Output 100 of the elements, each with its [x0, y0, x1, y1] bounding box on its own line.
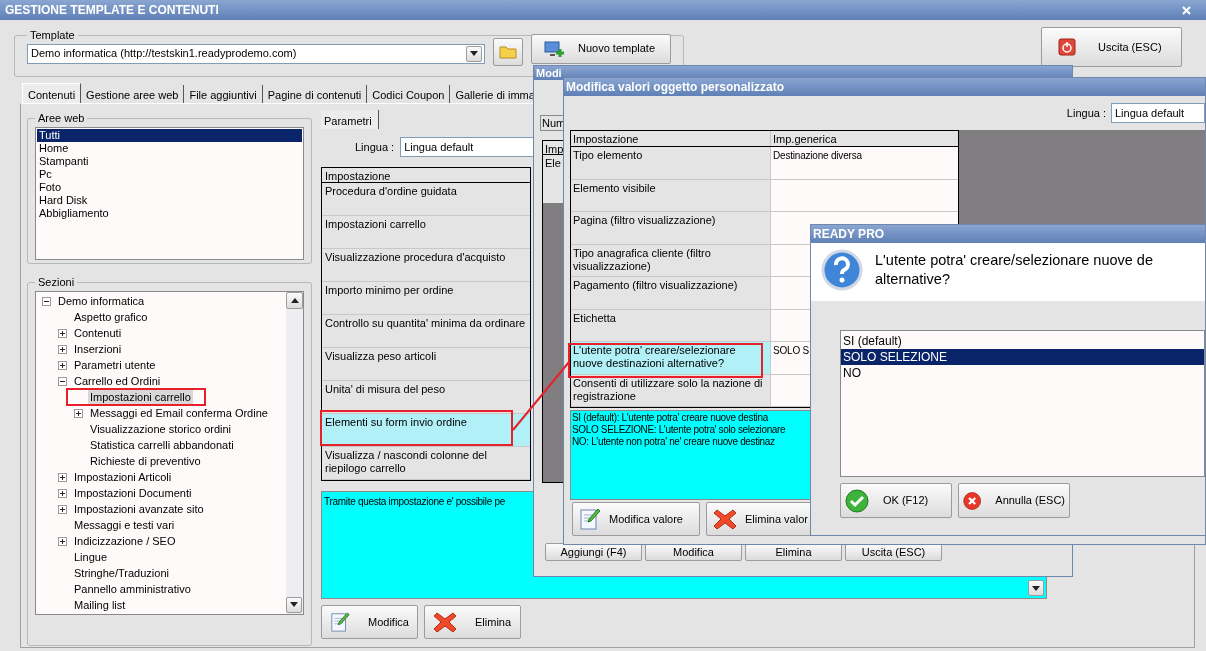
- expand-icon[interactable]: [74, 409, 83, 418]
- delete-button[interactable]: Elimina: [424, 605, 521, 639]
- table-row[interactable]: Visualizza / nascondi colonne del riepilogo carrello: [322, 447, 530, 480]
- folder-icon: [499, 44, 517, 59]
- tab[interactable]: Gestione aree web: [81, 85, 185, 103]
- question-text: L'utente potra' creare/selezionare nuove de: [875, 251, 1153, 270]
- tree-item[interactable]: Demo informatica: [56, 293, 147, 310]
- list-item[interactable]: Hard Disk: [37, 193, 302, 207]
- list-item[interactable]: SOLO SELEZIONE: [841, 349, 1204, 365]
- table-cell[interactable]: Tipo anagrafica cliente (filtro visualizzazione): [571, 244, 771, 276]
- tree-item[interactable]: Messaggi ed Email conferma Ordine: [88, 405, 270, 422]
- table-row[interactable]: Elementi su form invio ordine: [322, 414, 530, 447]
- ok-button[interactable]: OK (F12): [840, 483, 952, 518]
- tree-item[interactable]: Mailing list: [72, 597, 128, 614]
- expand-icon[interactable]: [58, 345, 67, 354]
- leader-line: [512, 360, 570, 432]
- table-cell[interactable]: Etichetta: [571, 309, 771, 341]
- table-cell[interactable]: Pagamento (filtro visualizzazione): [571, 277, 771, 309]
- list-item[interactable]: Pc: [37, 167, 302, 181]
- tab[interactable]: Codici Coupon: [367, 85, 451, 103]
- tree-item[interactable]: Impostazioni avanzate sito: [72, 501, 206, 518]
- tree-item[interactable]: Impostazioni Documenti: [72, 485, 194, 502]
- expand-icon[interactable]: [58, 473, 67, 482]
- column-header: Imp.generica: [772, 132, 838, 146]
- tree-item[interactable]: Aspetto grafico: [72, 309, 150, 326]
- table-row[interactable]: Importo minimo per ordine: [322, 282, 530, 315]
- scroll-up-icon[interactable]: [290, 297, 299, 303]
- tree-item[interactable]: Lingue: [72, 549, 110, 566]
- dialog-button[interactable]: Aggiungi (F4): [545, 543, 642, 561]
- expand-icon[interactable]: [58, 329, 67, 338]
- table-row[interactable]: Visualizza peso articoli: [322, 348, 530, 381]
- tree-item[interactable]: Stringhe/Traduzioni: [72, 565, 171, 582]
- table-cell[interactable]: Elemento visibile: [571, 179, 771, 211]
- tree-item[interactable]: Impostazioni Articoli: [72, 469, 174, 486]
- table-cell[interactable]: Pagina (filtro visualizzazione): [571, 212, 771, 244]
- tree-item[interactable]: Indicizzazione / SEO: [72, 533, 178, 550]
- tree-item[interactable]: Pannello amministrativo: [72, 581, 193, 598]
- caret-down-icon: [470, 51, 478, 56]
- table-row[interactable]: Procedura d'ordine guidata: [322, 183, 530, 216]
- question-icon: [821, 249, 863, 291]
- description-line: SOLO SELEZIONE: L'utente potra' solo selezionare: [572, 424, 787, 436]
- pencil-notepad-icon: [330, 610, 351, 634]
- expand-icon[interactable]: [58, 537, 67, 546]
- edit-value-button[interactable]: Modifica valore: [572, 502, 700, 536]
- column-header: Impostazione: [322, 168, 530, 183]
- list-item[interactable]: Tutti: [37, 128, 302, 142]
- check-icon: [845, 488, 869, 513]
- table-cell: Destinazione diversa: [771, 147, 958, 179]
- tree-item[interactable]: Contenuti: [72, 325, 124, 342]
- group-label: Aree web: [37, 111, 86, 126]
- collapse-icon[interactable]: [58, 377, 67, 386]
- window-title: GESTIONE TEMPLATE E CONTENUTI: [5, 2, 219, 19]
- tree-item[interactable]: Richieste di preventivo: [88, 453, 203, 470]
- close-icon[interactable]: [1182, 5, 1191, 15]
- dropdown-button[interactable]: [1028, 580, 1044, 596]
- table-row[interactable]: Controllo su quantita' minima da ordinare: [322, 315, 530, 348]
- dropdown-button[interactable]: [466, 45, 482, 62]
- table-cell[interactable]: L'utente potra' creare/selezionare nuove destinazioni alternative?: [571, 342, 771, 374]
- new-template-button[interactable]: Nuovo template: [531, 33, 671, 64]
- list-item[interactable]: Abbigliamento: [37, 206, 302, 220]
- tab[interactable]: File aggiuntivi: [184, 85, 263, 103]
- tree-item[interactable]: Visualizzazione storico ordini: [88, 421, 234, 438]
- tree-item[interactable]: Inserzioni: [72, 341, 124, 358]
- description-text: Tramite questa impostazione e' possibile pe: [324, 495, 505, 509]
- cross-icon: [433, 610, 457, 634]
- description-line: SI (default): L'utente potra' creare nuove destina: [572, 412, 770, 424]
- tab[interactable]: Parametri: [321, 110, 379, 129]
- power-icon: [1058, 38, 1076, 56]
- table-cell[interactable]: Tipo elemento: [571, 147, 771, 179]
- description-line: NO: L'utente non potra' ne' creare nuove destinaz: [572, 436, 776, 448]
- table-row[interactable]: Visualizzazione procedura d'acquisto: [322, 249, 530, 282]
- expand-icon[interactable]: [58, 489, 67, 498]
- table-row[interactable]: Impostazioni carrello: [322, 216, 530, 249]
- tree-item[interactable]: Parametri utente: [72, 357, 158, 374]
- tree-item[interactable]: Carrello ed Ordini: [72, 373, 163, 390]
- collapse-icon[interactable]: [42, 297, 51, 306]
- list-item[interactable]: Foto: [37, 180, 302, 194]
- language-select[interactable]: Lingua default: [1111, 103, 1205, 123]
- scroll-down-button[interactable]: [286, 596, 302, 613]
- caret-down-icon: [290, 602, 298, 607]
- language-label: Lingua :: [355, 139, 395, 155]
- scrollbar[interactable]: [286, 291, 303, 614]
- group-label: Sezioni: [37, 275, 76, 290]
- monitor-plus-icon: [544, 39, 564, 58]
- group-label: Template: [29, 28, 76, 43]
- cancel-button[interactable]: Annulla (ESC): [958, 483, 1070, 518]
- tab[interactable]: Pagine di contenuti: [262, 85, 368, 103]
- list-item[interactable]: Stampanti: [37, 154, 302, 168]
- expand-icon[interactable]: [58, 361, 67, 370]
- dialog-title: READY PRO: [813, 226, 885, 243]
- tree-item[interactable]: Statistica carrelli abbandonati: [88, 437, 236, 454]
- edit-button[interactable]: Modifica: [321, 605, 418, 639]
- folder-button[interactable]: [493, 37, 523, 66]
- exit-button[interactable]: Uscita (ESC): [1041, 27, 1182, 67]
- column-header: Impostazione: [571, 131, 771, 146]
- template-select[interactable]: Demo informatica (http://testskin1.readyprodemo.com): [27, 43, 485, 64]
- expand-icon[interactable]: [58, 505, 67, 514]
- tree-item[interactable]: Messaggi e testi vari: [72, 517, 177, 534]
- tab[interactable]: Contenuti: [22, 83, 82, 103]
- list-item[interactable]: Home: [37, 141, 302, 155]
